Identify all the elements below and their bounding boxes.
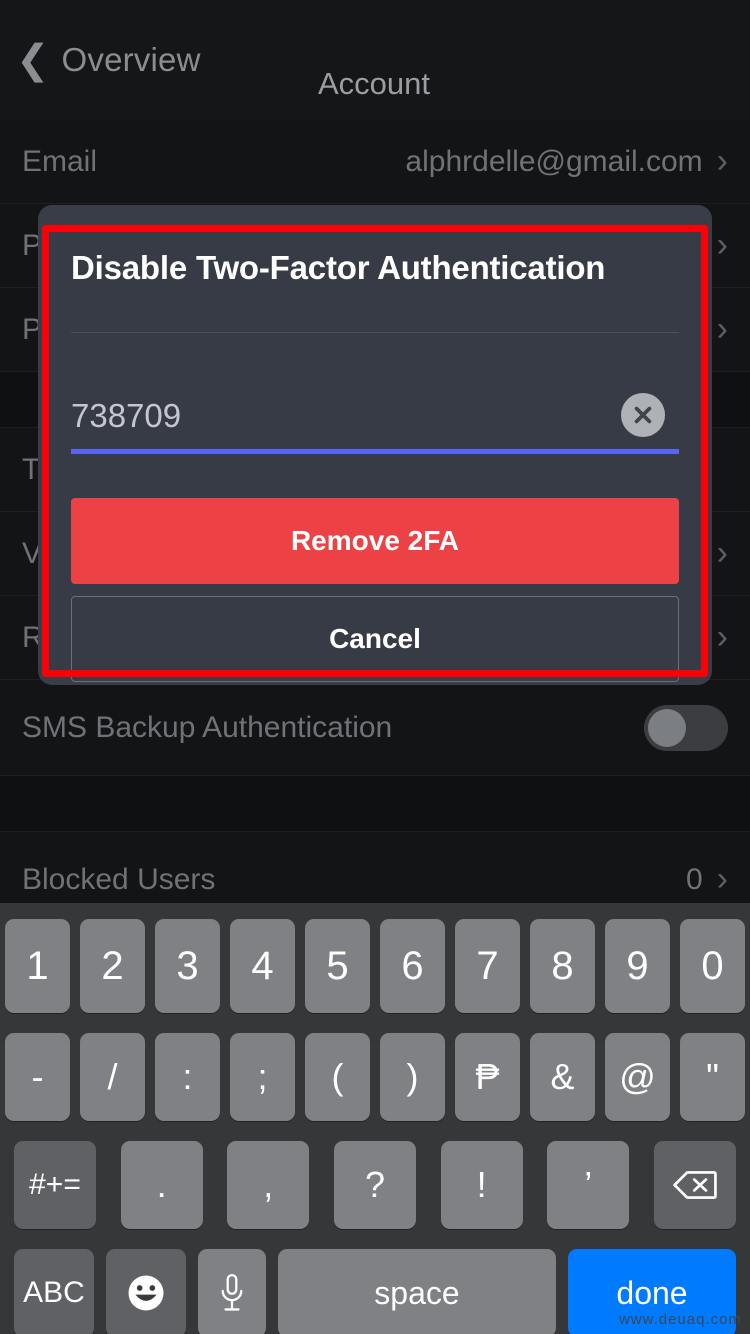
row-value: 0 bbox=[685, 862, 703, 896]
key-symbols-toggle[interactable]: #+= bbox=[14, 1141, 96, 1229]
key-semicolon[interactable]: ; bbox=[230, 1033, 295, 1121]
key-5[interactable]: 5 bbox=[305, 919, 370, 1013]
key-period[interactable]: . bbox=[120, 1141, 203, 1229]
remove-2fa-button[interactable]: Remove 2FA bbox=[71, 498, 679, 584]
key-1[interactable]: 1 bbox=[5, 919, 70, 1013]
dialog-divider bbox=[71, 332, 679, 333]
phone-screen: ❮ Overview Account Email alphrdelle@gmai… bbox=[0, 0, 750, 1334]
key-8[interactable]: 8 bbox=[530, 919, 595, 1013]
keyboard-row-punctuation: #+= . , ? ! ’ bbox=[0, 1141, 750, 1229]
key-colon[interactable]: : bbox=[155, 1033, 220, 1121]
settings-row-sms-backup-authentication[interactable]: SMS Backup Authentication bbox=[0, 680, 750, 776]
key-paren-open[interactable]: ( bbox=[305, 1033, 370, 1121]
verification-code-input[interactable]: 738709 bbox=[71, 397, 181, 434]
cancel-button[interactable]: Cancel bbox=[71, 596, 679, 682]
key-2[interactable]: 2 bbox=[80, 919, 145, 1013]
key-comma[interactable]: , bbox=[227, 1141, 310, 1229]
key-apostrophe[interactable]: ’ bbox=[547, 1141, 630, 1229]
dialog-title: Disable Two-Factor Authentication bbox=[71, 249, 606, 286]
chevron-right-icon: › bbox=[716, 860, 728, 898]
emoji-smiley-icon[interactable] bbox=[106, 1249, 186, 1334]
sms-backup-toggle[interactable] bbox=[644, 704, 728, 751]
key-hyphen[interactable]: - bbox=[5, 1033, 70, 1121]
section-divider bbox=[0, 776, 750, 832]
back-button-label: Overview bbox=[61, 41, 201, 78]
backspace-icon[interactable] bbox=[653, 1141, 736, 1229]
key-at-sign[interactable]: @ bbox=[605, 1033, 670, 1121]
on-screen-keyboard: 1 2 3 4 5 6 7 8 9 0 - / : ; ( ) ₱ & @ " … bbox=[0, 903, 750, 1334]
key-quote-double[interactable]: " bbox=[680, 1033, 745, 1121]
key-6[interactable]: 6 bbox=[380, 919, 445, 1013]
key-7[interactable]: 7 bbox=[455, 919, 520, 1013]
chevron-right-icon: › bbox=[716, 534, 728, 572]
key-4[interactable]: 4 bbox=[230, 919, 295, 1013]
watermark: www.deuaq.com bbox=[618, 1311, 742, 1328]
key-question-mark[interactable]: ? bbox=[333, 1141, 416, 1229]
key-exclamation-mark[interactable]: ! bbox=[440, 1141, 523, 1229]
row-label: Email bbox=[22, 144, 98, 178]
chevron-left-icon: ❮ bbox=[16, 38, 50, 82]
key-peso-sign[interactable]: ₱ bbox=[455, 1033, 520, 1121]
key-0[interactable]: 0 bbox=[680, 919, 745, 1013]
chevron-right-icon: › bbox=[716, 142, 728, 180]
microphone-icon[interactable] bbox=[198, 1249, 266, 1334]
row-value: alphrdelle@gmail.com bbox=[405, 144, 703, 178]
key-paren-close[interactable]: ) bbox=[380, 1033, 445, 1121]
chevron-right-icon: › bbox=[716, 618, 728, 656]
navigation-bar: ❮ Overview Account bbox=[0, 0, 750, 120]
back-button[interactable]: ❮ Overview bbox=[16, 40, 201, 80]
row-label: Blocked Users bbox=[22, 862, 216, 896]
key-slash[interactable]: / bbox=[80, 1033, 145, 1121]
toggle-knob bbox=[648, 708, 686, 747]
row-label: SMS Backup Authentication bbox=[22, 710, 393, 744]
input-focus-underline bbox=[71, 449, 679, 454]
verification-code-field[interactable]: 738709 bbox=[71, 385, 679, 447]
key-3[interactable]: 3 bbox=[155, 919, 220, 1013]
chevron-right-icon: › bbox=[716, 310, 728, 348]
disable-2fa-dialog: Disable Two-Factor Authentication 738709… bbox=[49, 232, 701, 682]
page-title: Account bbox=[318, 66, 431, 101]
chevron-right-icon: › bbox=[716, 226, 728, 264]
key-9[interactable]: 9 bbox=[605, 919, 670, 1013]
key-abc-toggle[interactable]: ABC bbox=[14, 1249, 94, 1334]
keyboard-row-numbers: 1 2 3 4 5 6 7 8 9 0 bbox=[0, 903, 750, 1013]
key-ampersand[interactable]: & bbox=[530, 1033, 595, 1121]
keyboard-row-symbols: - / : ; ( ) ₱ & @ " bbox=[0, 1033, 750, 1121]
key-space[interactable]: space bbox=[278, 1249, 556, 1334]
settings-row-email[interactable]: Email alphrdelle@gmail.com › bbox=[0, 120, 750, 204]
clear-circle-x-icon[interactable] bbox=[621, 393, 665, 437]
